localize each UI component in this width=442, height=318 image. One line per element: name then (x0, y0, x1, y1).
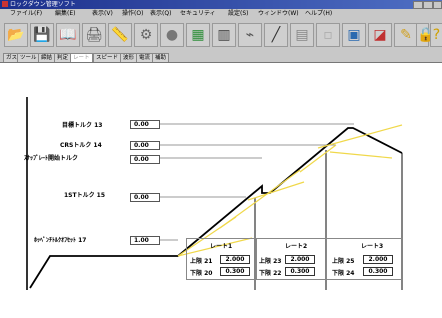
window-title: ロックダウン管理ソフト (10, 1, 76, 8)
blank-icon: ▫ (323, 27, 333, 43)
map-icon: ▦ (191, 27, 205, 43)
help-icon: ? (432, 27, 441, 43)
param-input-2[interactable]: 0.00 (130, 155, 160, 164)
rate3-lower-label: 下限 24 (332, 270, 355, 277)
rate3-upper-line (317, 124, 403, 149)
open-folder-icon: 📂 (7, 27, 25, 43)
menu-item-1[interactable]: 編集(E) (55, 9, 75, 19)
rate2-upper-input[interactable]: 2.000 (285, 255, 315, 264)
pencil-icon: ✎ (400, 27, 412, 43)
rate2-lower-input[interactable]: 0.300 (285, 267, 315, 276)
record-icon: ● (165, 27, 179, 43)
menu-item-0[interactable]: ファイル(F) (10, 9, 42, 19)
close-button[interactable] (433, 1, 442, 9)
menu-item-8[interactable]: ヘルプ(H) (305, 9, 332, 19)
map-button[interactable]: ▦ (186, 23, 210, 47)
menu-item-5[interactable]: セキュリティ (180, 9, 216, 19)
tab-2[interactable]: 締結 (38, 53, 56, 62)
tab-1[interactable]: ツール (17, 53, 40, 62)
toolbar: 📂 💾 📖 🖨 📏 ⚙ ● ▦ ▥ ⌁ ╱ ▤ ▫ ▣ ◪ ✎ 🔒? (0, 19, 442, 53)
record-button[interactable]: ● (160, 23, 184, 47)
app-icon[interactable] (2, 1, 8, 7)
tab-6[interactable]: 波形 (120, 53, 138, 62)
line-icon: ╱ (271, 27, 281, 43)
lock-button[interactable]: 🔒 (416, 23, 435, 47)
save-icon: 💾 (33, 27, 51, 43)
lock-icon: 🔒 (417, 27, 435, 43)
chart-button[interactable]: ◪ (368, 23, 392, 47)
help-button[interactable]: ? (430, 23, 442, 47)
table-icon: ▤ (295, 27, 309, 43)
rate1-lower-input[interactable]: 0.300 (220, 267, 250, 276)
param-input-1[interactable]: 0.00 (130, 141, 160, 150)
rate-settings-canvas: 目標トルク 13 0.00 CRSトルク 14 0.00 ｽﾅｯﾌﾟﾚｰﾄ開始トルク 0.… (0, 63, 442, 318)
rate1-upper-input[interactable]: 2.000 (220, 255, 250, 264)
print-button[interactable]: 🖨 (82, 23, 106, 47)
link-button[interactable]: ⌁ (238, 23, 262, 47)
print-icon: 🖨 (85, 27, 103, 43)
book-button[interactable]: 📖 (56, 23, 80, 47)
rate2-end-line (299, 144, 337, 173)
param-label-3: 1STトルク 15 (64, 192, 106, 199)
tab-8[interactable]: 補助 (152, 53, 170, 62)
rate3-upper-label: 上限 25 (332, 258, 355, 265)
open-folder-button[interactable]: 📂 (4, 23, 28, 47)
rate2-lower-label: 下限 22 (259, 270, 282, 277)
tab-bar: ガス ツール 締結 判定 レート スピード 波形 電流 補助 (0, 52, 442, 63)
book-icon: 📖 (59, 27, 77, 43)
param-label-1: CRSトルク 14 (60, 142, 102, 149)
tab-5[interactable]: スピード (93, 53, 122, 62)
rate-title-3: レート3 (361, 243, 384, 250)
param-label-2: ｽﾅｯﾌﾟﾚｰﾄ開始トルク (24, 155, 79, 162)
rate3-lower-line (329, 151, 393, 159)
minimize-button[interactable] (413, 1, 423, 9)
menu-item-2[interactable]: 表示(V) (92, 9, 113, 19)
rate1-lower-label: 下限 20 (190, 270, 213, 277)
rate-title-1: レート1 (210, 243, 233, 250)
window-icon: ▣ (347, 27, 361, 43)
pencil-button[interactable]: ✎ (394, 23, 418, 47)
grid-icon: ▥ (217, 27, 231, 43)
menu-item-3[interactable]: 操作(O) (122, 9, 143, 19)
param-input-4[interactable]: 1.00 (130, 236, 160, 245)
rate3-upper-input[interactable]: 2.000 (363, 255, 393, 264)
param-label-0: 目標トルク 13 (62, 122, 103, 129)
line-button[interactable]: ╱ (264, 23, 288, 47)
settings-icon: ⚙ (139, 27, 153, 43)
rate1-upper-label: 上限 21 (190, 258, 213, 265)
menu-item-6[interactable]: 設定(S) (228, 9, 249, 19)
rate2-upper-label: 上限 23 (259, 258, 282, 265)
menu-item-4[interactable]: 表示(Q) (150, 9, 171, 19)
blank-button[interactable]: ▫ (316, 23, 340, 47)
title-bar: ロックダウン管理ソフト (0, 0, 442, 9)
window-button[interactable]: ▣ (342, 23, 366, 47)
tab-4[interactable]: レート (70, 53, 93, 62)
grid-button[interactable]: ▥ (212, 23, 236, 47)
table-button[interactable]: ▤ (290, 23, 314, 47)
rate2-upper-line (219, 169, 301, 229)
param-input-0[interactable]: 0.00 (130, 120, 160, 129)
param-label-4: ﾎｯﾍﾟﾝﾁﾄﾙｸｵﾌｾｯﾄ 17 (34, 237, 87, 244)
ruler-button[interactable]: 📏 (108, 23, 132, 47)
chart-icon: ◪ (373, 27, 387, 43)
param-input-3[interactable]: 0.00 (130, 193, 160, 202)
tab-3[interactable]: 判定 (54, 53, 72, 62)
save-button[interactable]: 💾 (30, 23, 54, 47)
rate3-lower-input[interactable]: 0.300 (363, 267, 393, 276)
rate-title-2: レート2 (285, 243, 308, 250)
ruler-icon: 📏 (111, 27, 129, 43)
maximize-button[interactable] (423, 1, 433, 9)
menu-item-7[interactable]: ウィンドウ(W) (258, 9, 299, 19)
link-icon: ⌁ (245, 27, 255, 43)
settings-button[interactable]: ⚙ (134, 23, 158, 47)
tab-7[interactable]: 電流 (136, 53, 154, 62)
